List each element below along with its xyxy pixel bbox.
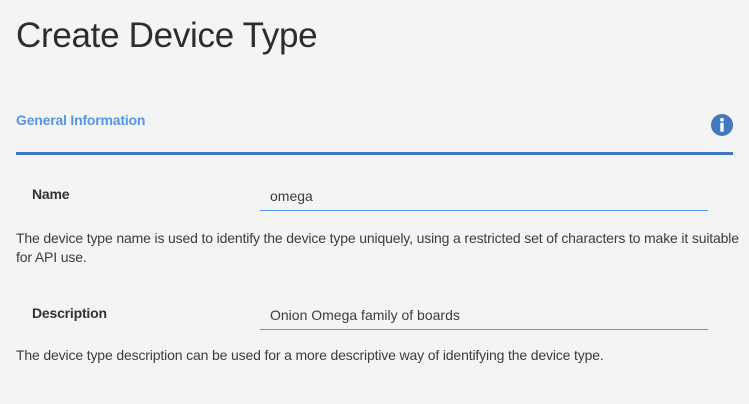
name-help-text: The device type name is used to identify… [16,230,739,265]
name-label: Name [32,186,70,202]
description-help-text: The device type description can be used … [16,347,604,363]
info-icon[interactable] [711,114,733,136]
section-title: General Information [16,112,146,128]
description-input[interactable] [260,300,708,330]
page-title: Create Device Type [16,16,318,55]
section-header-general-information: General Information [16,104,733,155]
description-label: Description [32,305,107,321]
name-input[interactable] [260,181,708,211]
